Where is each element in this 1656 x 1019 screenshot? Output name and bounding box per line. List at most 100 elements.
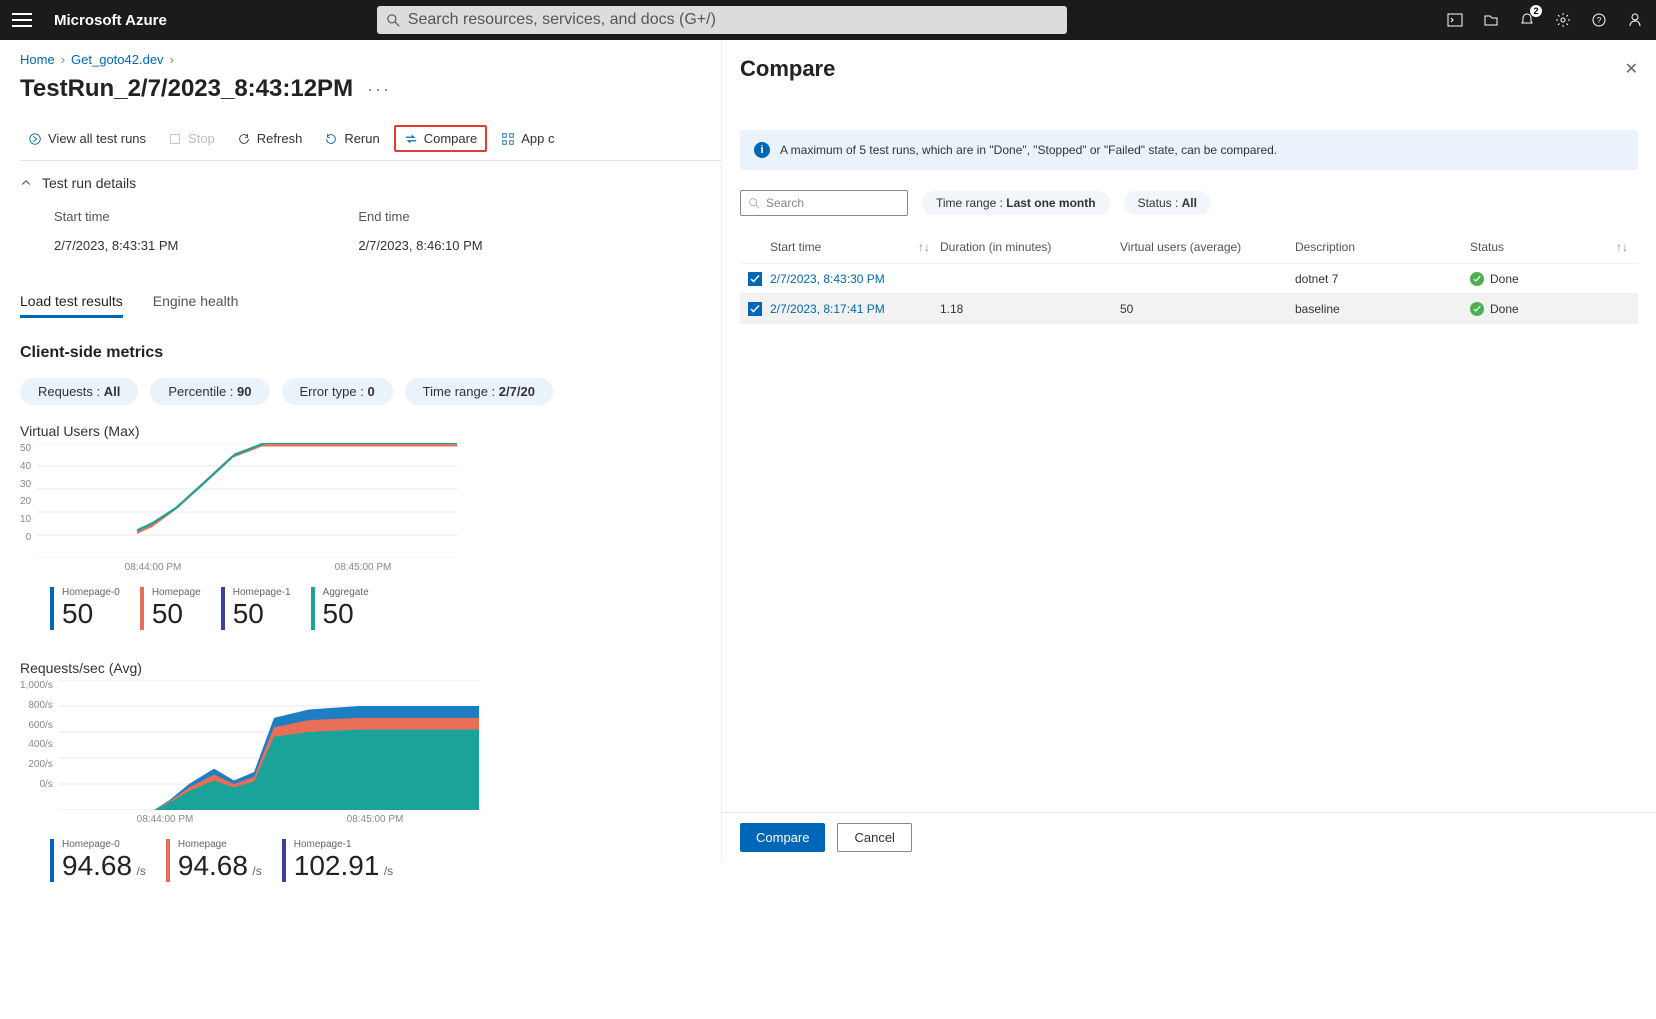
- topbar: Microsoft Azure Search resources, servic…: [0, 0, 1656, 40]
- col-status[interactable]: Status: [1470, 240, 1504, 254]
- accordion-label: Test run details: [42, 175, 136, 191]
- breadcrumb-home[interactable]: Home: [20, 52, 55, 67]
- chart1-ytick: 50: [20, 443, 31, 454]
- col-desc[interactable]: Description: [1295, 240, 1355, 254]
- table-row[interactable]: 2/7/2023, 8:43:30 PM dotnet 7 Done: [740, 264, 1638, 294]
- chart1-ytick: 30: [20, 479, 31, 490]
- cancel-button[interactable]: Cancel: [837, 823, 911, 852]
- legend-value: 50: [152, 598, 201, 630]
- row-checkbox[interactable]: [748, 272, 762, 286]
- compare-label: Compare: [424, 131, 477, 146]
- runs-table: Start time ↑↓ Duration (in minutes) Virtu…: [740, 230, 1638, 324]
- notifications-icon[interactable]: 2: [1518, 11, 1536, 29]
- status-pill[interactable]: Status : All: [1124, 191, 1211, 215]
- chart2-ytick: 200/s: [20, 759, 53, 770]
- cloud-shell-icon[interactable]: [1446, 11, 1464, 29]
- legend-item[interactable]: Homepage50: [140, 587, 201, 630]
- legend-name: Homepage-1: [233, 587, 291, 598]
- app-label: App c: [521, 131, 554, 146]
- chart2-ytick: 0/s: [20, 779, 53, 790]
- view-all-label: View all test runs: [48, 131, 146, 146]
- info-banner: i A maximum of 5 test runs, which are in…: [740, 130, 1638, 170]
- close-icon[interactable]: ✕: [1625, 59, 1638, 79]
- row-start-link[interactable]: 2/7/2023, 8:17:41 PM: [770, 302, 885, 316]
- col-vusers[interactable]: Virtual users (average): [1120, 240, 1241, 254]
- start-time-value: 2/7/2023, 8:43:31 PM: [54, 238, 178, 253]
- legend-value: 102.91: [294, 850, 380, 881]
- compare-submit-button[interactable]: Compare: [740, 823, 825, 852]
- compare-panel: Compare ✕ i A maximum of 5 test runs, wh…: [721, 40, 1656, 862]
- page-title: TestRun_2/7/2023_8:43:12PM: [20, 75, 353, 103]
- legend-unit: /s: [384, 864, 393, 878]
- panel-search-input[interactable]: Search: [740, 190, 908, 216]
- table-row[interactable]: 2/7/2023, 8:17:41 PM 1.18 50 baseline Do…: [740, 294, 1638, 324]
- legend-item[interactable]: Homepage-1102.91 /s: [282, 839, 393, 882]
- breadcrumb-parent[interactable]: Get_goto42.dev: [71, 52, 164, 67]
- row-desc: baseline: [1295, 302, 1470, 316]
- rerun-icon: [324, 132, 338, 146]
- more-actions-icon[interactable]: ···: [367, 79, 391, 100]
- error-type-filter-pill[interactable]: Error type : 0: [282, 378, 393, 405]
- grid-icon: [501, 132, 515, 146]
- view-all-runs-button[interactable]: View all test runs: [20, 125, 154, 152]
- col-duration[interactable]: Duration (in minutes): [940, 240, 1051, 254]
- legend-value: 50: [62, 598, 120, 630]
- hamburger-menu-icon[interactable]: [12, 13, 32, 27]
- help-icon[interactable]: ?: [1590, 11, 1608, 29]
- tab-load-test-results[interactable]: Load test results: [20, 293, 123, 318]
- requests-per-sec-chart[interactable]: [59, 680, 479, 810]
- chart2-xtick: 08:45:00 PM: [347, 814, 404, 825]
- rerun-label: Rerun: [344, 131, 379, 146]
- time-range-filter-pill[interactable]: Time range : 2/7/20: [405, 378, 553, 405]
- info-icon: i: [754, 142, 770, 158]
- settings-icon[interactable]: [1554, 11, 1572, 29]
- sort-icon[interactable]: ↑↓: [918, 240, 930, 254]
- brand-label: Microsoft Azure: [54, 12, 167, 29]
- time-range-pill[interactable]: Time range : Last one month: [922, 191, 1110, 215]
- refresh-label: Refresh: [257, 131, 303, 146]
- feedback-icon[interactable]: [1626, 11, 1644, 29]
- tab-engine-health[interactable]: Engine health: [153, 293, 239, 318]
- chart1-ytick: 10: [20, 514, 31, 525]
- chart1-xtick: 08:44:00 PM: [125, 562, 182, 573]
- virtual-users-chart[interactable]: [37, 443, 457, 558]
- stop-label: Stop: [188, 131, 215, 146]
- search-icon: [749, 198, 760, 209]
- refresh-button[interactable]: Refresh: [229, 125, 311, 152]
- col-start[interactable]: Start time: [770, 240, 821, 254]
- app-components-button[interactable]: App c: [493, 125, 562, 152]
- legend-item[interactable]: Homepage-150: [221, 587, 291, 630]
- chart2-ytick: 400/s: [20, 739, 53, 750]
- panel-filter-row: Search Time range : Last one month Statu…: [740, 190, 1638, 216]
- legend-item[interactable]: Homepage94.68 /s: [166, 839, 262, 882]
- legend-item[interactable]: Aggregate50: [311, 587, 369, 630]
- chart2-xtick: 08:44:00 PM: [137, 814, 194, 825]
- chevron-up-icon: [20, 177, 32, 189]
- legend-item[interactable]: Homepage-094.68 /s: [50, 839, 146, 882]
- legend-name: Homepage-0: [62, 587, 120, 598]
- legend-value: 94.68: [178, 850, 248, 881]
- row-checkbox[interactable]: [748, 302, 762, 316]
- chevron-right-icon: ›: [61, 52, 65, 67]
- sort-icon[interactable]: ↑↓: [1616, 240, 1628, 254]
- chart2-ytick: 600/s: [20, 720, 53, 731]
- table-header: Start time ↑↓ Duration (in minutes) Virtu…: [740, 230, 1638, 264]
- chart2-ytick: 1,000/s: [20, 680, 53, 691]
- row-status: Done: [1490, 302, 1519, 316]
- chart2-ytick: 800/s: [20, 700, 53, 711]
- compare-button[interactable]: Compare: [394, 125, 487, 152]
- legend-name: Homepage-0: [62, 839, 146, 850]
- directory-icon[interactable]: [1482, 11, 1500, 29]
- success-icon: [1470, 302, 1484, 316]
- global-search-input[interactable]: Search resources, services, and docs (G+…: [377, 6, 1067, 34]
- legend-value: 94.68: [62, 850, 132, 881]
- percentile-filter-pill[interactable]: Percentile : 90: [150, 378, 269, 405]
- compare-icon: [404, 132, 418, 146]
- legend-item[interactable]: Homepage-050: [50, 587, 120, 630]
- legend-value: 50: [323, 598, 369, 630]
- rerun-button[interactable]: Rerun: [316, 125, 387, 152]
- end-time-value: 2/7/2023, 8:46:10 PM: [358, 238, 482, 253]
- row-start-link[interactable]: 2/7/2023, 8:43:30 PM: [770, 272, 885, 286]
- requests-filter-pill[interactable]: Requests : All: [20, 378, 138, 405]
- chart1-ytick: 0: [20, 532, 31, 543]
